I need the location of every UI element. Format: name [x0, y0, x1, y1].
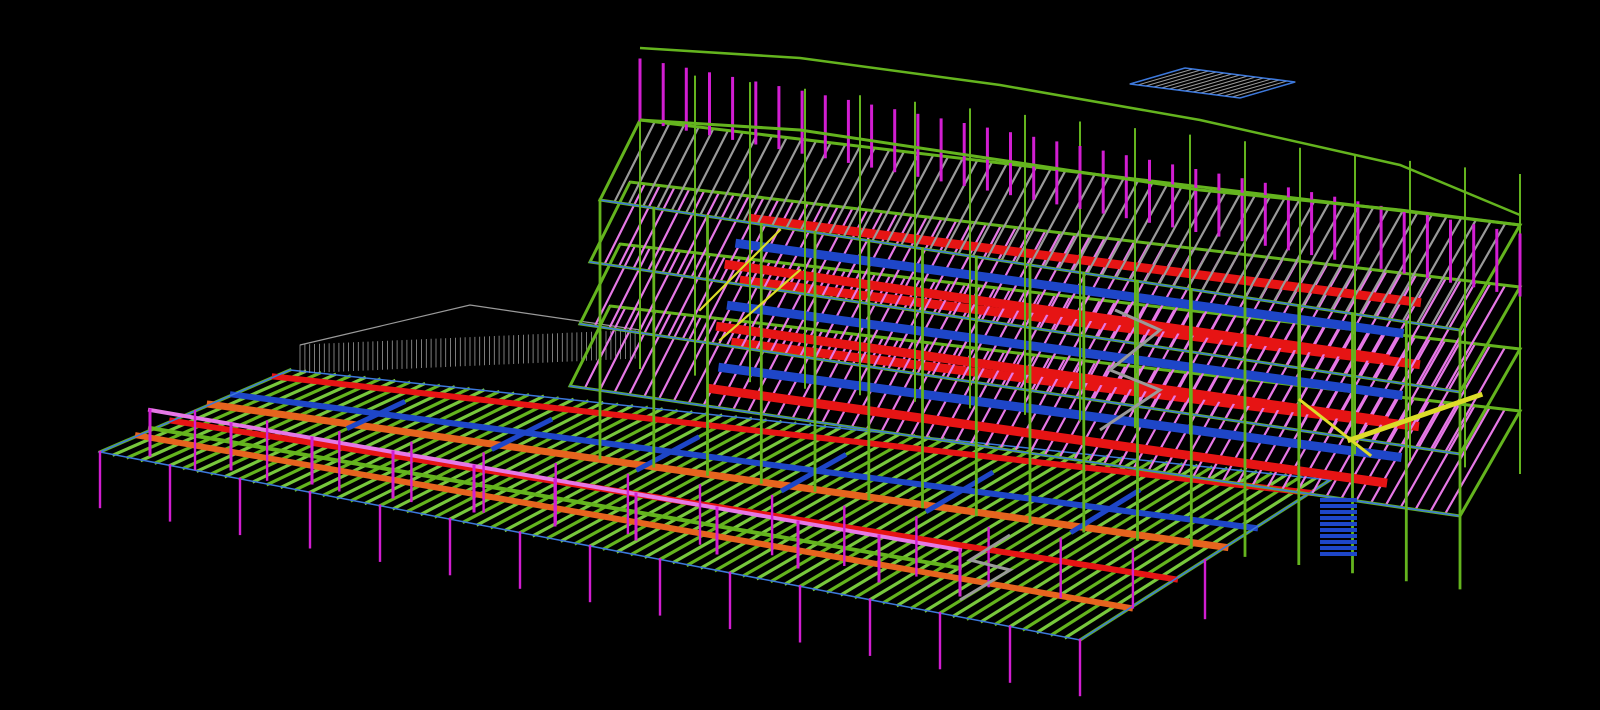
tower-level-3	[577, 242, 1523, 456]
right-blue-block	[1320, 498, 1357, 556]
floor-joist	[1415, 218, 1478, 326]
platform-joist	[1168, 72, 1225, 90]
floor-joist	[642, 313, 688, 399]
floor-joist	[1401, 216, 1463, 323]
model-viewport[interactable]	[0, 0, 1600, 710]
platform-joist	[1223, 79, 1280, 97]
floor-joist	[1028, 171, 1082, 267]
low-wing	[97, 367, 1333, 643]
platform-joist	[1160, 71, 1218, 89]
platform-joist	[1200, 76, 1257, 94]
floor-joist	[627, 311, 673, 397]
platform-joist	[1215, 78, 1273, 96]
platform-joist	[1192, 75, 1249, 93]
floor-joist	[1414, 280, 1478, 388]
structural-model-3d-view	[97, 46, 1523, 697]
floor-joist	[1414, 342, 1477, 450]
platform-joist	[1184, 74, 1241, 92]
platform-joist	[1137, 68, 1194, 86]
low-wing-back-railing	[299, 304, 641, 374]
platform-joist	[1207, 77, 1265, 95]
floor-joist	[622, 247, 667, 332]
floor-joist	[607, 246, 652, 330]
platform-joist	[1152, 70, 1210, 88]
platform-joist	[1145, 69, 1202, 87]
floor-joist	[971, 164, 1023, 258]
floor-joist	[637, 249, 682, 335]
floor-joist	[1042, 172, 1097, 269]
floor-joist	[1429, 219, 1493, 328]
platform-joist	[1231, 80, 1288, 98]
floor-joist	[583, 306, 627, 390]
roof-plant-platform	[1129, 67, 1296, 99]
platform-joist	[1176, 73, 1233, 91]
